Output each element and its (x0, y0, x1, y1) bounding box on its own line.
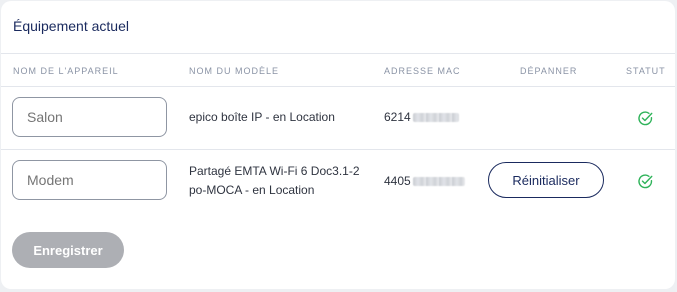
mac-address-visible: 6214 (384, 110, 411, 124)
header-device-name: NOM DE L'APPAREIL (13, 66, 119, 76)
mac-address: 6214 (384, 110, 459, 124)
table-header: NOM DE L'APPAREIL NOM DU MODÈLE ADRESSE … (1, 53, 675, 87)
table-row: epico boîte IP - en Location 6214 (1, 87, 675, 150)
current-equipment-card: Équipement actuel NOM DE L'APPAREIL NOM … (1, 1, 675, 289)
device-name-input[interactable] (12, 160, 167, 200)
model-name-line: Partagé EMTA Wi-Fi 6 Doc3.1-2 (189, 164, 360, 178)
header-model-name: NOM DU MODÈLE (189, 66, 280, 76)
mac-address-visible: 4405 (384, 174, 411, 188)
device-name-input[interactable] (12, 97, 167, 137)
model-name-line: po-MOCA - en Location (189, 183, 315, 197)
mac-address-redacted (412, 112, 459, 122)
check-circle-icon (638, 174, 653, 189)
model-name: Partagé EMTA Wi-Fi 6 Doc3.1-2 po-MOCA - … (189, 162, 360, 200)
table-row: Partagé EMTA Wi-Fi 6 Doc3.1-2 po-MOCA - … (1, 150, 675, 214)
save-button[interactable]: Enregistrer (12, 232, 124, 268)
header-status: STATUT (626, 66, 666, 76)
model-name: epico boîte IP - en Location (189, 110, 335, 124)
section-title: Équipement actuel (13, 18, 129, 34)
mac-address: 4405 (384, 174, 465, 188)
check-circle-icon (638, 111, 653, 126)
header-troubleshoot: DÉPANNER (520, 66, 578, 76)
mac-address-redacted (412, 176, 465, 186)
header-mac-address: ADRESSE MAC (384, 66, 461, 76)
reset-button[interactable]: Réinitialiser (488, 162, 604, 198)
